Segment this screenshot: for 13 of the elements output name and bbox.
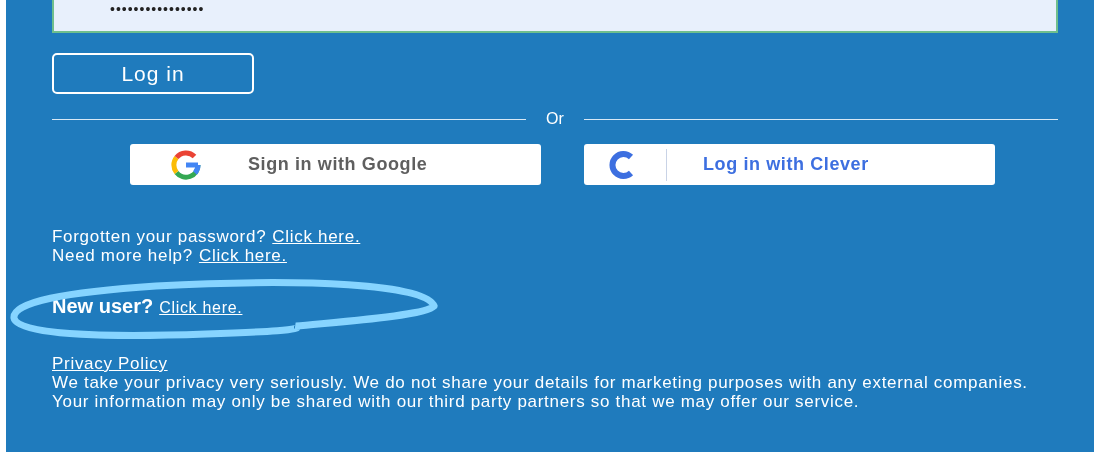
help-text: Need more help? <box>52 246 193 265</box>
sign-in-button[interactable]: Log in with Clever <box>584 144 995 185</box>
new-user-label: New user? <box>52 295 154 318</box>
click-here-link[interactable]: Click here. <box>159 299 243 317</box>
privacy-policy-link[interactable]: Privacy Policy <box>52 354 168 373</box>
password-field[interactable]: •••••••••••••••• <box>52 0 1058 33</box>
privacy-text: We take your privacy very seriously. We do not share your details for marketing purposes with any external companies. Your information may only be shared with our third party partners so that we may offer our service. <box>52 373 1029 411</box>
login-button[interactable]: Log in <box>52 53 254 94</box>
divider-label: Or <box>545 110 565 128</box>
sign-in-button[interactable]: Sign in with Google <box>130 144 541 185</box>
help-text: Forgotten your password? <box>52 227 267 246</box>
click-here-link[interactable]: Click here. <box>198 246 287 265</box>
click-here-link[interactable]: Click here. <box>272 227 361 246</box>
